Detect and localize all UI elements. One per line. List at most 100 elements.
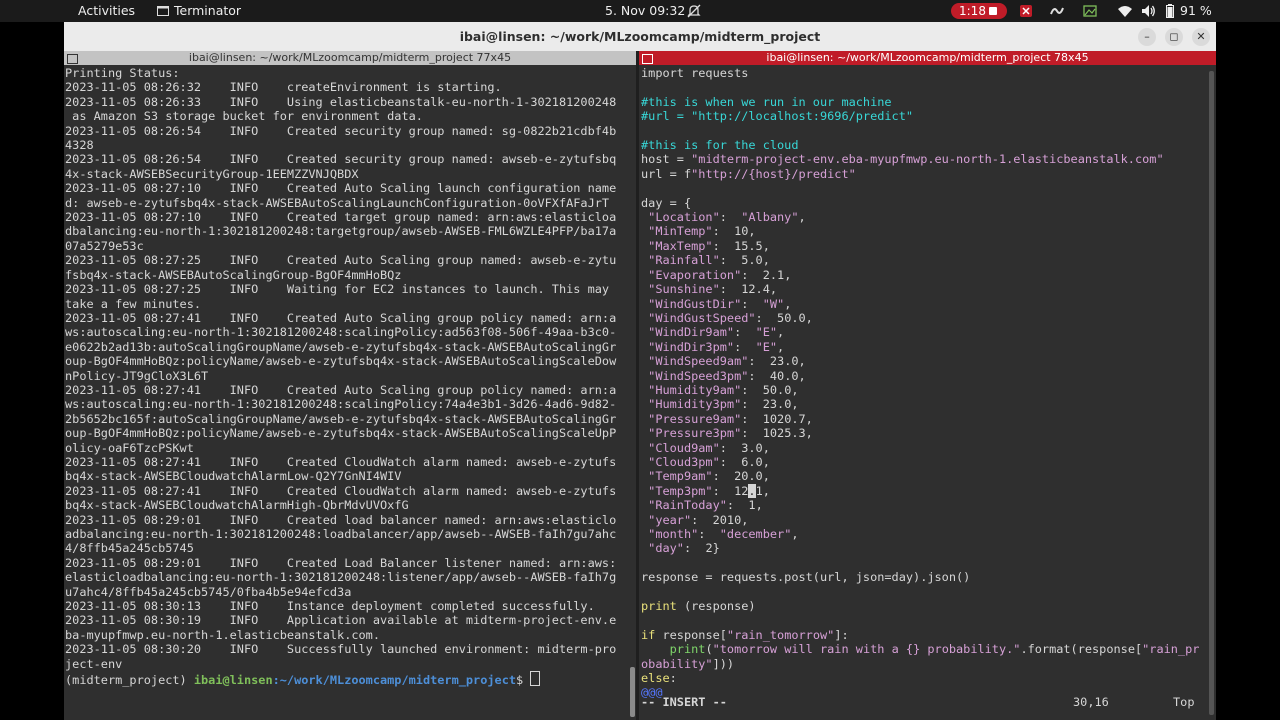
log-line: 2023-11-05 08:27:41 INFO Created CloudWa…	[65, 483, 617, 498]
terminal-app-icon	[157, 6, 169, 16]
log-line: 2023-11-05 08:27:41 INFO Created CloudWa…	[65, 454, 617, 469]
app-tray-icon[interactable]	[1018, 3, 1034, 19]
dict-entry: "RainToday": 1,	[641, 498, 763, 513]
desktop-background	[1216, 22, 1280, 720]
dict-entry: "WindSpeed9am": 23.0,	[641, 354, 806, 369]
code-comment: #this is when we run in our machine	[641, 94, 892, 109]
clock[interactable]: 5. Nov 09:32	[605, 0, 685, 22]
tray-image-icon[interactable]	[1082, 3, 1098, 19]
dict-entry: "WindDir3pm": "E",	[641, 339, 785, 354]
right-pane-titlebar[interactable]: ibai@linsen: ~/work/MLzoomcamp/midterm_p…	[639, 51, 1216, 65]
log-line: 2023-11-05 08:27:10 INFO Created Auto Sc…	[65, 181, 617, 196]
log-line: ject-env	[65, 656, 123, 671]
log-line: 2023-11-05 08:26:54 INFO Created securit…	[65, 152, 617, 167]
right-scrollbar[interactable]	[1209, 71, 1214, 715]
window-title: ibai@linsen: ~/work/MLzoomcamp/midterm_p…	[459, 29, 821, 44]
log-line: 2023-11-05 08:27:25 INFO Created Auto Sc…	[65, 253, 617, 268]
dict-entry: "Cloud3pm": 6.0,	[641, 454, 770, 469]
left-terminal-output[interactable]: Printing Status: 2023-11-05 08:26:32 INF…	[65, 66, 623, 720]
log-line: e0622b2ad13b:autoScalingGroupName/awseb-…	[65, 339, 617, 354]
minimize-button[interactable]: –	[1138, 28, 1156, 46]
maximize-button[interactable]: ◻	[1165, 28, 1183, 46]
desktop-background	[0, 22, 64, 720]
log-line: d: awseb-e-zytufsbq4x-stack-AWSEBAutoSca…	[65, 195, 610, 210]
log-line: 07a5279e53c	[65, 238, 144, 253]
log-line: 4328	[65, 138, 94, 153]
log-line: 2023-11-05 08:27:10 INFO Created target …	[65, 210, 617, 225]
screen-recording-indicator[interactable]: 1:18	[951, 3, 1007, 19]
dict-entry: "Cloud9am": 3.0,	[641, 440, 770, 455]
code-line: else:	[641, 671, 677, 686]
log-line: 2023-11-05 08:27:25 INFO Waiting for EC2…	[65, 282, 610, 297]
log-line: ws:autoscaling:eu-north-1:302181200248:s…	[65, 397, 617, 412]
log-line: 2023-11-05 08:29:01 INFO Created Load Ba…	[65, 555, 617, 570]
dict-entry: "Pressure9am": 1020.7,	[641, 411, 813, 426]
code-line: import requests	[641, 66, 749, 80]
tray-app-icon[interactable]	[1049, 3, 1065, 19]
right-terminal-pane[interactable]: ibai@linsen: ~/work/MLzoomcamp/midterm_p…	[639, 51, 1216, 720]
app-name: Terminator	[174, 3, 242, 18]
code-line: print (response)	[641, 599, 756, 614]
prompt-path: :~/work/MLzoomcamp/midterm_project	[272, 673, 517, 688]
close-button[interactable]: ✕	[1192, 28, 1210, 46]
log-line: 2023-11-05 08:27:41 INFO Created Auto Sc…	[65, 310, 617, 325]
dict-entry: "Evaporation": 2.1,	[641, 267, 792, 282]
terminal-grid-icon[interactable]	[67, 54, 78, 64]
log-line: take a few minutes.	[65, 296, 202, 311]
dict-entry: "MaxTemp": 15.5,	[641, 238, 770, 253]
log-line: 4x-stack-AWSEBSecurityGroup-1EEMZZVNJQBD…	[65, 166, 359, 181]
gnome-top-bar: Activities Terminator 5. Nov 09:32 1:18 …	[0, 0, 1280, 22]
prompt-user: ibai@linsen	[193, 673, 273, 688]
log-line: oup-BgOF4mmHoBQz:policyName/awseb-e-zytu…	[65, 426, 617, 441]
dict-entry: "Pressure3pm": 1025.3,	[641, 426, 813, 441]
volume-icon[interactable]	[1140, 3, 1156, 19]
log-line: elasticloadbalancing:eu-north-1:30218120…	[65, 570, 617, 585]
stop-recording-icon[interactable]	[989, 7, 997, 15]
dict-entry: "Location": "Albany",	[641, 210, 806, 225]
log-line: nPolicy-JT9gCloX3L6T	[65, 368, 209, 383]
battery-percentage[interactable]: 91 %	[1180, 0, 1212, 22]
left-pane-titlebar[interactable]: ibai@linsen: ~/work/MLzoomcamp/midterm_p…	[64, 51, 636, 65]
activities-button[interactable]: Activities	[78, 0, 135, 22]
vim-cursor-position: 30,16	[1073, 695, 1109, 709]
eb-deploy-log: Printing Status: 2023-11-05 08:26:32 INF…	[65, 66, 616, 671]
terminator-window[interactable]: ibai@linsen: ~/work/MLzoomcamp/midterm_p…	[64, 22, 1216, 720]
battery-icon[interactable]	[1162, 3, 1178, 19]
log-line: as Amazon S3 storage bucket for environm…	[72, 109, 423, 124]
log-line: 2023-11-05 08:26:32 INFO createEnvironme…	[65, 80, 502, 95]
log-line: 2b5652bc165f:autoScalingGroupName/awseb-…	[65, 411, 617, 426]
vim-scroll-position: Top	[1173, 695, 1195, 709]
log-line: fsbq4x-stack-AWSEBAutoScalingGroup-BgOF4…	[65, 267, 402, 282]
code-comment: #url = "http://localhost:9696/predict"	[641, 109, 914, 124]
log-line: olicy-oaF6TzcPSKwt	[65, 440, 194, 455]
dict-entry: "Temp9am": 20.0,	[641, 469, 770, 484]
code-line: if response["rain_tomorrow"]:	[641, 627, 849, 642]
log-line: 4/8ffb45a245cb5745	[65, 541, 194, 556]
dict-entry: "WindGustDir": "W",	[641, 296, 792, 311]
dict-entry: "WindSpeed3pm": 40.0,	[641, 368, 806, 383]
log-line: 2023-11-05 08:30:19 INFO Application ava…	[65, 613, 617, 628]
code-line: obability"]))	[641, 656, 735, 671]
log-line: ws:autoscaling:eu-north-1:302181200248:s…	[65, 325, 617, 340]
dict-entry: "year": 2010,	[641, 512, 749, 527]
wifi-icon[interactable]	[1117, 3, 1133, 19]
vim-editor-buffer[interactable]: import requests #this is when we run in …	[641, 66, 1201, 700]
left-scrollbar[interactable]	[630, 667, 635, 717]
code-line: day = {	[641, 195, 692, 210]
log-line: 2023-11-05 08:26:54 INFO Created securit…	[65, 123, 617, 138]
prompt-symbol: $	[516, 673, 531, 688]
log-line: u7ahc4/8ffb45a245cb5745/0fba4b5e94efcd3a	[65, 584, 352, 599]
app-menu[interactable]: Terminator	[157, 0, 241, 22]
log-line: 2023-11-05 08:30:13 INFO Instance deploy…	[65, 599, 595, 614]
notification-muted-icon[interactable]	[686, 3, 702, 19]
dict-entry: "WindGustSpeed": 50.0,	[641, 310, 813, 325]
log-line: adbalancing:eu-north-1:302181200248:load…	[65, 527, 617, 541]
terminal-grid-icon[interactable]	[642, 54, 653, 64]
dict-entry: "MinTemp": 10,	[641, 224, 756, 239]
left-terminal-pane[interactable]: ibai@linsen: ~/work/MLzoomcamp/midterm_p…	[64, 51, 636, 720]
window-titlebar[interactable]: ibai@linsen: ~/work/MLzoomcamp/midterm_p…	[64, 22, 1216, 52]
vim-mode: -- INSERT --	[641, 695, 727, 709]
right-pane-title: ibai@linsen: ~/work/MLzoomcamp/midterm_p…	[766, 51, 1089, 64]
code-line: response = requests.post(url, json=day).…	[641, 570, 971, 585]
dict-entry: "Temp3pm": 12.1,	[641, 483, 770, 498]
